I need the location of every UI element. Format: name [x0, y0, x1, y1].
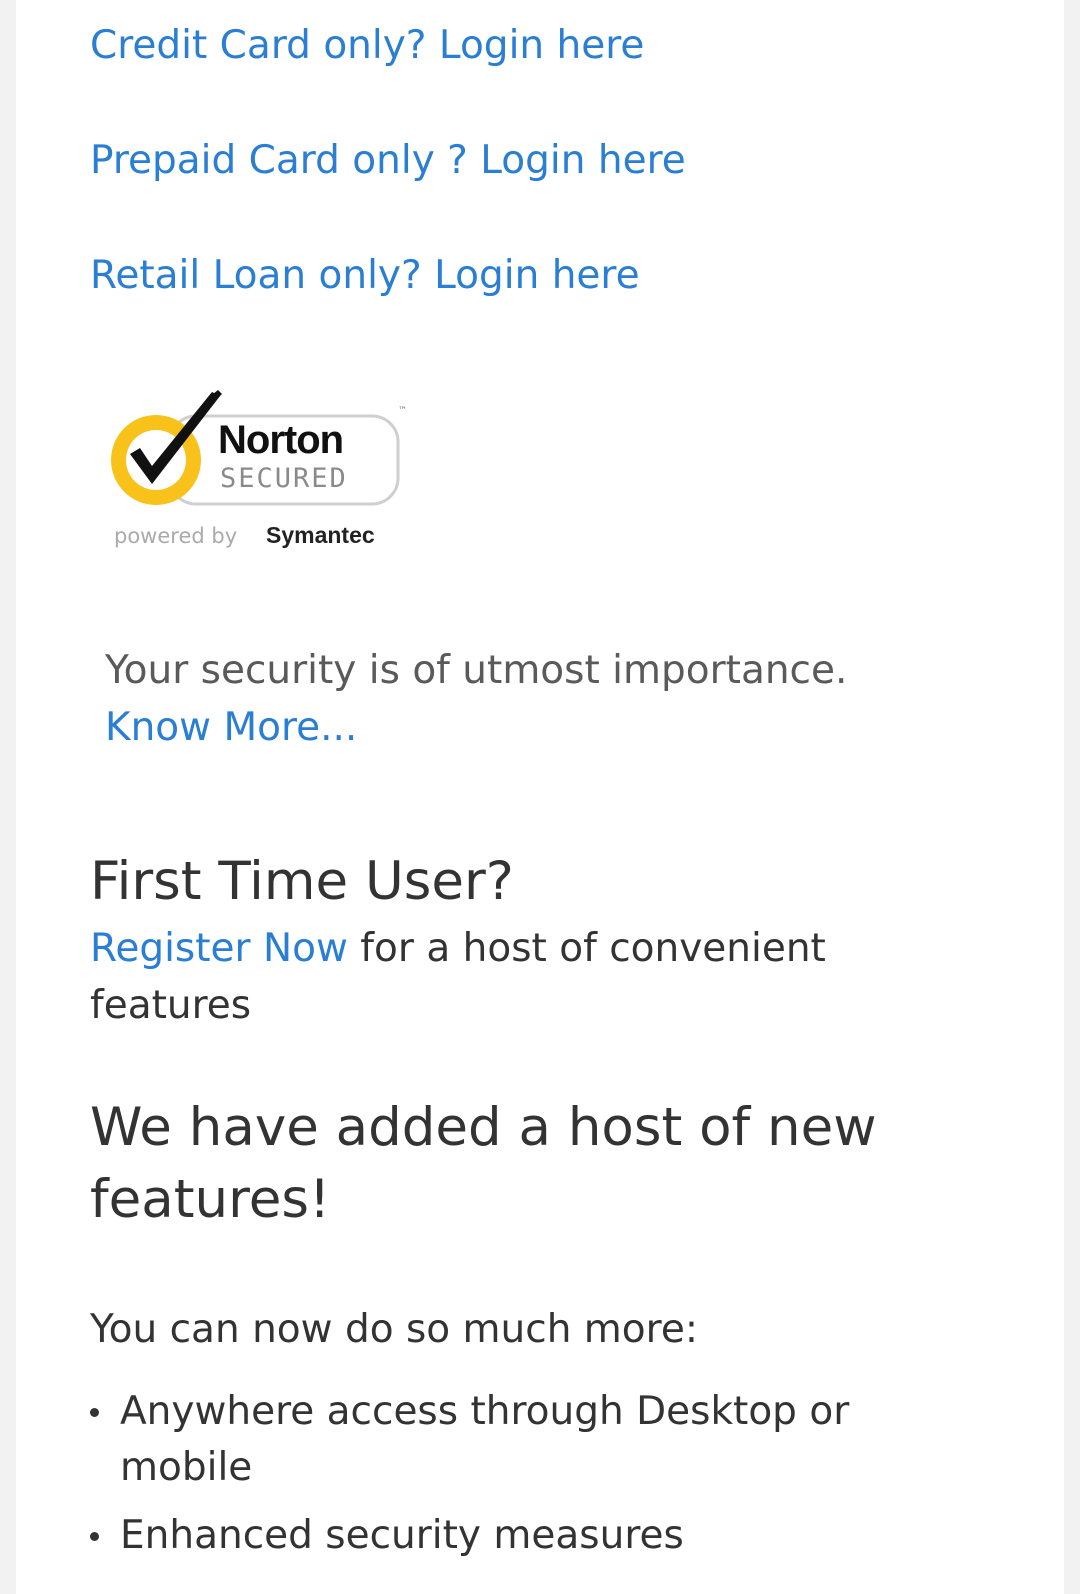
list-item: Enhanced security measures — [90, 1508, 970, 1564]
trademark-mark: ™ — [398, 406, 407, 416]
powered-by-text: powered by — [114, 524, 238, 548]
list-item: Anywhere access through Desktop or mobil… — [90, 1384, 970, 1496]
feature-text: Anywhere access through Desktop or mobil… — [120, 1389, 850, 1490]
norton-brand-text: Norton — [218, 418, 344, 462]
feature-text: Enhanced security measures — [120, 1513, 684, 1558]
page-content: Credit Card only? Login here Prepaid Car… — [16, 0, 1064, 1594]
register-now-link[interactable]: Register Now — [90, 926, 348, 971]
norton-secured-badge[interactable]: Norton SECURED ™ powered by Symantec — [100, 388, 420, 568]
new-features-heading: We have added a host of new features! — [90, 1097, 877, 1230]
prepaid-card-login-link[interactable]: Prepaid Card only ? Login here — [90, 137, 686, 185]
features-list: Anywhere access through Desktop or mobil… — [90, 1384, 970, 1576]
first-time-user-heading: First Time User? — [90, 851, 514, 912]
retail-loan-login-link[interactable]: Retail Loan only? Login here — [90, 252, 640, 300]
security-message: Your security is of utmost importance. — [105, 648, 848, 693]
bullet-icon — [90, 1408, 99, 1417]
features-intro-text: You can now do so much more: — [90, 1307, 698, 1352]
symantec-text: Symantec — [266, 522, 375, 548]
norton-secured-text: SECURED — [220, 463, 348, 494]
know-more-link[interactable]: Know More... — [105, 700, 357, 756]
register-paragraph: Register Now for a host of convenient fe… — [90, 920, 910, 1034]
credit-card-login-link[interactable]: Credit Card only? Login here — [90, 22, 644, 70]
bullet-icon — [90, 1532, 99, 1541]
